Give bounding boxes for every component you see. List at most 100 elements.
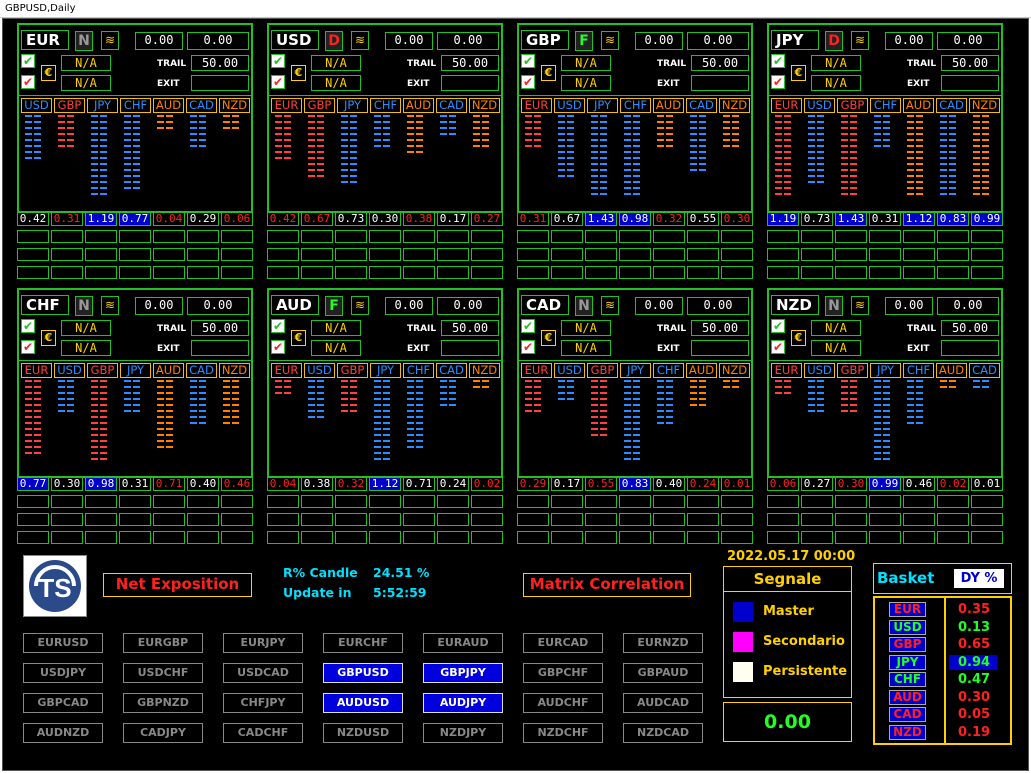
zigzag-icon[interactable]: ≋ <box>851 296 869 315</box>
checkbox-1[interactable]: ✔ <box>21 54 35 68</box>
checkbox-1[interactable]: ✔ <box>521 319 535 333</box>
euro-icon[interactable]: € <box>791 65 806 81</box>
panel-signal-flag[interactable]: F <box>575 31 593 51</box>
pair-button-eurcad[interactable]: EURCAD <box>523 633 603 653</box>
pair-button-eurusd[interactable]: EURUSD <box>23 633 103 653</box>
pair-button-nzdusd[interactable]: NZDUSD <box>323 723 403 743</box>
panel-signal-flag[interactable]: N <box>75 296 93 316</box>
checkbox-2[interactable]: ✔ <box>771 340 785 354</box>
checkbox-1[interactable]: ✔ <box>771 54 785 68</box>
exit-input[interactable] <box>191 340 249 356</box>
zigzag-icon[interactable]: ≋ <box>101 296 119 315</box>
checkbox-2[interactable]: ✔ <box>271 340 285 354</box>
zigzag-icon[interactable]: ≋ <box>851 31 869 50</box>
pair-button-audchf[interactable]: AUDCHF <box>523 693 603 713</box>
trail-input[interactable]: 50.00 <box>691 320 749 336</box>
checkbox-2[interactable]: ✔ <box>21 75 35 89</box>
zigzag-icon[interactable]: ≋ <box>101 31 119 50</box>
tick-mark <box>624 458 631 460</box>
euro-icon[interactable]: € <box>541 330 556 346</box>
pair-button-nzdchf[interactable]: NZDCHF <box>523 723 603 743</box>
pair-button-cadjpy[interactable]: CADJPY <box>123 723 203 743</box>
tick-mark <box>199 380 206 382</box>
pair-button-usdchf[interactable]: USDCHF <box>123 663 203 683</box>
pair-button-audcad[interactable]: AUDCAD <box>623 693 703 713</box>
pair-button-audnzd[interactable]: AUDNZD <box>23 723 103 743</box>
tick-mark <box>166 416 173 418</box>
net-exposition-button[interactable]: Net Exposition <box>103 573 252 597</box>
pair-button-euraud[interactable]: EURAUD <box>423 633 503 653</box>
checkbox-2[interactable]: ✔ <box>521 75 535 89</box>
euro-icon[interactable]: € <box>791 330 806 346</box>
matrix-correlation-button[interactable]: Matrix Correlation <box>523 573 691 597</box>
checkbox-2[interactable]: ✔ <box>771 75 785 89</box>
trail-input[interactable]: 50.00 <box>941 55 999 71</box>
pair-button-usdjpy[interactable]: USDJPY <box>23 663 103 683</box>
pair-button-chfjpy[interactable]: CHFJPY <box>223 693 303 713</box>
pair-button-eurnzd[interactable]: EURNZD <box>623 633 703 653</box>
pair-button-gbpaud[interactable]: GBPAUD <box>623 663 703 683</box>
exit-input[interactable] <box>941 75 999 91</box>
checkbox-1[interactable]: ✔ <box>271 54 285 68</box>
basket-mode[interactable]: DY % <box>954 569 1004 588</box>
pair-button-audjpy[interactable]: AUDJPY <box>423 693 503 713</box>
pair-button-gbpchf[interactable]: GBPCHF <box>523 663 603 683</box>
grid-cell <box>187 230 219 243</box>
pair-button-cadchf[interactable]: CADCHF <box>223 723 303 743</box>
pair-button-gbpnzd[interactable]: GBPNZD <box>123 693 203 713</box>
tick-mark <box>732 127 739 129</box>
pair-button-eurjpy[interactable]: EURJPY <box>223 633 303 653</box>
pair-button-gbpcad[interactable]: GBPCAD <box>23 693 103 713</box>
exit-input[interactable] <box>441 340 499 356</box>
checkbox-2[interactable]: ✔ <box>21 340 35 354</box>
pair-button-usdcad[interactable]: USDCAD <box>223 663 303 683</box>
checkbox-1[interactable]: ✔ <box>771 319 785 333</box>
exit-input[interactable] <box>941 340 999 356</box>
trail-input[interactable]: 50.00 <box>441 55 499 71</box>
exit-input[interactable] <box>441 75 499 91</box>
exit-input[interactable] <box>691 75 749 91</box>
trail-input[interactable]: 50.00 <box>191 320 249 336</box>
pair-button-eurgbp[interactable]: EURGBP <box>123 633 203 653</box>
euro-icon[interactable]: € <box>41 330 56 346</box>
euro-icon[interactable]: € <box>541 65 556 81</box>
grid-cell <box>153 230 185 243</box>
pair-button-eurchf[interactable]: EURCHF <box>323 633 403 653</box>
pair-button-audusd[interactable]: AUDUSD <box>323 693 403 713</box>
pair-button-nzdcad[interactable]: NZDCAD <box>623 723 703 743</box>
trail-input[interactable]: 50.00 <box>441 320 499 336</box>
tick-mark <box>666 145 673 147</box>
euro-icon[interactable]: € <box>291 330 306 346</box>
tick-mark <box>58 115 65 117</box>
tick-mark <box>567 380 574 382</box>
trail-input[interactable]: 50.00 <box>691 55 749 71</box>
zigzag-icon[interactable]: ≋ <box>351 31 369 50</box>
zigzag-icon[interactable]: ≋ <box>601 31 619 50</box>
zigzag-icon[interactable]: ≋ <box>601 296 619 315</box>
checkbox-2[interactable]: ✔ <box>521 340 535 354</box>
exit-input[interactable] <box>191 75 249 91</box>
pair-button-nzdjpy[interactable]: NZDJPY <box>423 723 503 743</box>
panel-signal-flag[interactable]: F <box>325 296 343 316</box>
tick-mark <box>341 139 348 141</box>
euro-icon[interactable]: € <box>41 65 56 81</box>
panel-signal-flag[interactable]: D <box>325 31 343 51</box>
checkbox-1[interactable]: ✔ <box>21 319 35 333</box>
checkbox-1[interactable]: ✔ <box>271 319 285 333</box>
panel-signal-flag[interactable]: N <box>75 31 93 51</box>
panel-signal-flag[interactable]: D <box>825 31 843 51</box>
checkbox-1[interactable]: ✔ <box>521 54 535 68</box>
trail-input[interactable]: 50.00 <box>191 55 249 71</box>
pair-button-gbpusd[interactable]: GBPUSD <box>323 663 403 683</box>
exit-input[interactable] <box>691 340 749 356</box>
euro-icon[interactable]: € <box>291 65 306 81</box>
panel-signal-flag[interactable]: N <box>575 296 593 316</box>
zigzag-icon[interactable]: ≋ <box>351 296 369 315</box>
panel-signal-flag[interactable]: N <box>825 296 843 316</box>
checkbox-2[interactable]: ✔ <box>271 75 285 89</box>
trail-input[interactable]: 50.00 <box>941 320 999 336</box>
pair-button-gbpjpy[interactable]: GBPJPY <box>423 663 503 683</box>
tick-mark <box>124 127 131 129</box>
basket-value: 0.05 <box>958 707 991 722</box>
tick-mark <box>690 163 697 165</box>
